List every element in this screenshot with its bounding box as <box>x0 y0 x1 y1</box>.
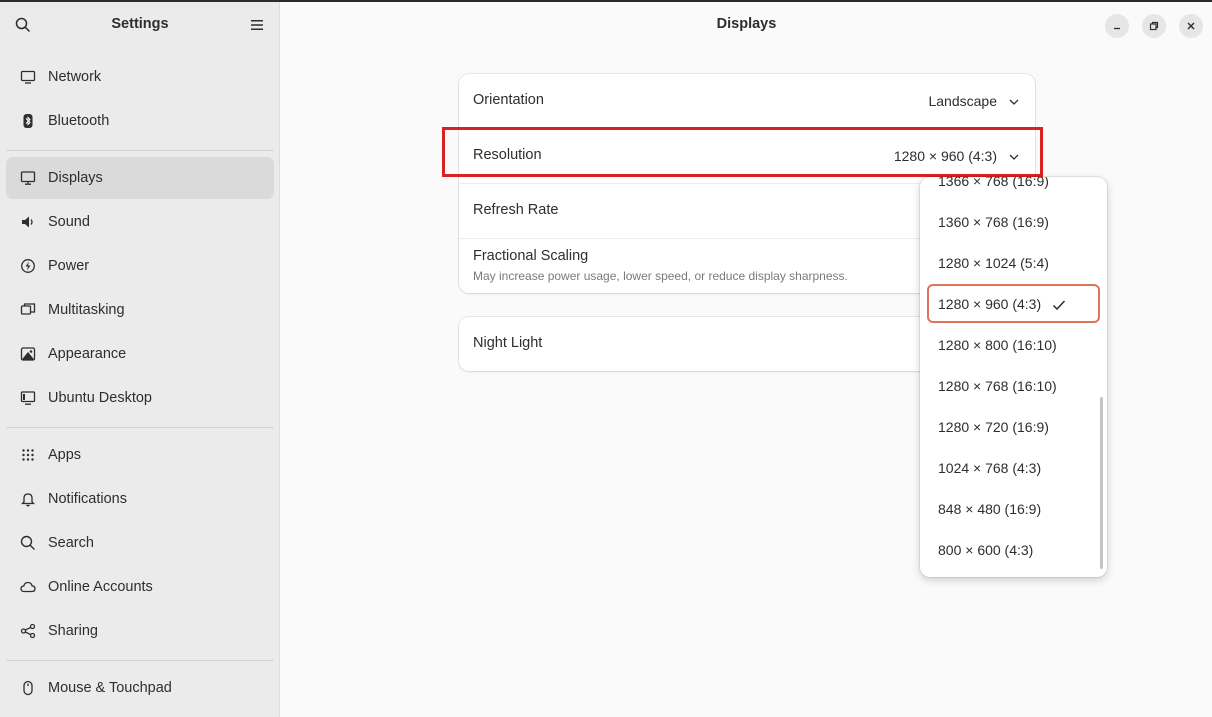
display-icon <box>18 168 38 188</box>
sidebar-item-label: Displays <box>48 170 103 186</box>
sidebar-item-power[interactable]: Power <box>6 245 274 287</box>
maximize-button[interactable] <box>1142 14 1166 38</box>
sidebar-item-bluetooth[interactable]: Bluetooth <box>6 100 274 142</box>
sidebar-item-label: Sound <box>48 214 90 230</box>
sidebar-separator <box>6 427 274 428</box>
resolution-option[interactable]: 1366 × 768 (16:9) <box>927 177 1100 200</box>
dropdown-scrollbar[interactable] <box>1100 397 1103 569</box>
sidebar-item-label: Power <box>48 258 90 274</box>
resolution-option-selected[interactable]: 1280 × 960 (4:3) <box>927 284 1100 323</box>
sidebar-item-label: Bluetooth <box>48 113 110 129</box>
refresh-rate-label: Refresh Rate <box>473 202 559 218</box>
sidebar-item-appearance[interactable]: Appearance <box>6 333 274 375</box>
bell-icon <box>18 489 38 509</box>
power-icon <box>18 256 38 276</box>
sidebar-item-label: Sharing <box>48 623 98 639</box>
orientation-label: Orientation <box>473 92 544 108</box>
resolution-option[interactable]: 848 × 480 (16:9) <box>927 489 1100 528</box>
sidebar-item-label: Mouse & Touchpad <box>48 680 172 696</box>
sidebar-item-multitasking[interactable]: Multitasking <box>6 289 274 331</box>
sidebar-title: Settings <box>111 16 169 32</box>
sidebar-separator <box>6 150 274 151</box>
highlight-box <box>442 127 1043 177</box>
apps-icon <box>18 445 38 465</box>
sidebar-item-displays[interactable]: Displays <box>6 157 274 199</box>
sidebar-item-network[interactable]: Network <box>6 56 274 98</box>
sidebar-item-sound[interactable]: Sound <box>6 201 274 243</box>
sidebar-item-online-accounts[interactable]: Online Accounts <box>6 566 274 608</box>
resolution-option[interactable]: 1280 × 768 (16:10) <box>927 366 1100 405</box>
chevron-down-icon <box>1009 99 1019 105</box>
resolution-option[interactable]: 800 × 600 (4:3) <box>927 530 1100 569</box>
page-title: Displays <box>716 16 777 32</box>
resolution-option[interactable]: 1280 × 1024 (5:4) <box>927 243 1100 282</box>
resolution-option[interactable]: 1024 × 768 (4:3) <box>927 448 1100 487</box>
sidebar-item-label: Notifications <box>48 491 127 507</box>
resolution-option[interactable]: 1280 × 800 (16:10) <box>927 325 1100 364</box>
sidebar-item-search[interactable]: Search <box>6 522 274 564</box>
multitasking-icon <box>18 300 38 320</box>
checkmark-icon <box>1052 300 1066 311</box>
sidebar-item-label: Multitasking <box>48 302 125 318</box>
orientation-value: Landscape <box>928 93 997 109</box>
sidebar-item-label: Online Accounts <box>48 579 153 595</box>
night-light-label: Night Light <box>473 335 543 351</box>
ubuntu-desktop-icon <box>18 388 38 408</box>
close-icon <box>1187 22 1195 30</box>
fractional-scaling-label: Fractional Scaling <box>473 248 589 264</box>
resolution-dropdown[interactable]: 1366 × 768 (16:9) 1360 × 768 (16:9) 1280… <box>920 177 1107 577</box>
search-icon <box>18 533 38 553</box>
bluetooth-icon <box>18 111 38 131</box>
sidebar-item-label: Search <box>48 535 94 551</box>
network-icon <box>18 67 38 87</box>
settings-window: Settings Network Bluetooth Displays Soun… <box>0 0 1212 717</box>
sound-icon <box>18 212 38 232</box>
restore-icon <box>1149 21 1159 31</box>
share-icon <box>18 621 38 641</box>
sidebar-item-sharing[interactable]: Sharing <box>6 610 274 652</box>
minimize-button[interactable] <box>1105 14 1129 38</box>
hamburger-icon <box>251 20 263 30</box>
fractional-scaling-subtitle: May increase power usage, lower speed, o… <box>473 269 848 283</box>
minimize-icon <box>1114 27 1120 30</box>
orientation-row[interactable]: Orientation Landscape <box>459 74 1035 128</box>
main-menu-button[interactable] <box>244 12 270 38</box>
sidebar-item-label: Appearance <box>48 346 127 362</box>
sidebar-item-mouse-touchpad[interactable]: Mouse & Touchpad <box>6 667 274 709</box>
sidebar-header: Settings <box>0 2 280 48</box>
sidebar-item-apps[interactable]: Apps <box>6 434 274 476</box>
sidebar-item-label: Apps <box>48 447 82 463</box>
resolution-option[interactable]: 1280 × 720 (16:9) <box>927 407 1100 446</box>
resolution-option[interactable]: 1360 × 768 (16:9) <box>927 202 1100 241</box>
appearance-icon <box>18 344 38 364</box>
sidebar-separator <box>6 660 274 661</box>
sidebar-item-ubuntu-desktop[interactable]: Ubuntu Desktop <box>6 377 274 419</box>
close-button[interactable] <box>1179 14 1203 38</box>
sidebar-item-label: Ubuntu Desktop <box>48 390 152 406</box>
mouse-icon <box>18 678 38 698</box>
sidebar: Settings Network Bluetooth Displays Soun… <box>0 2 280 717</box>
cloud-icon <box>18 577 38 597</box>
sidebar-item-label: Network <box>48 69 102 85</box>
sidebar-item-notifications[interactable]: Notifications <box>6 478 274 520</box>
